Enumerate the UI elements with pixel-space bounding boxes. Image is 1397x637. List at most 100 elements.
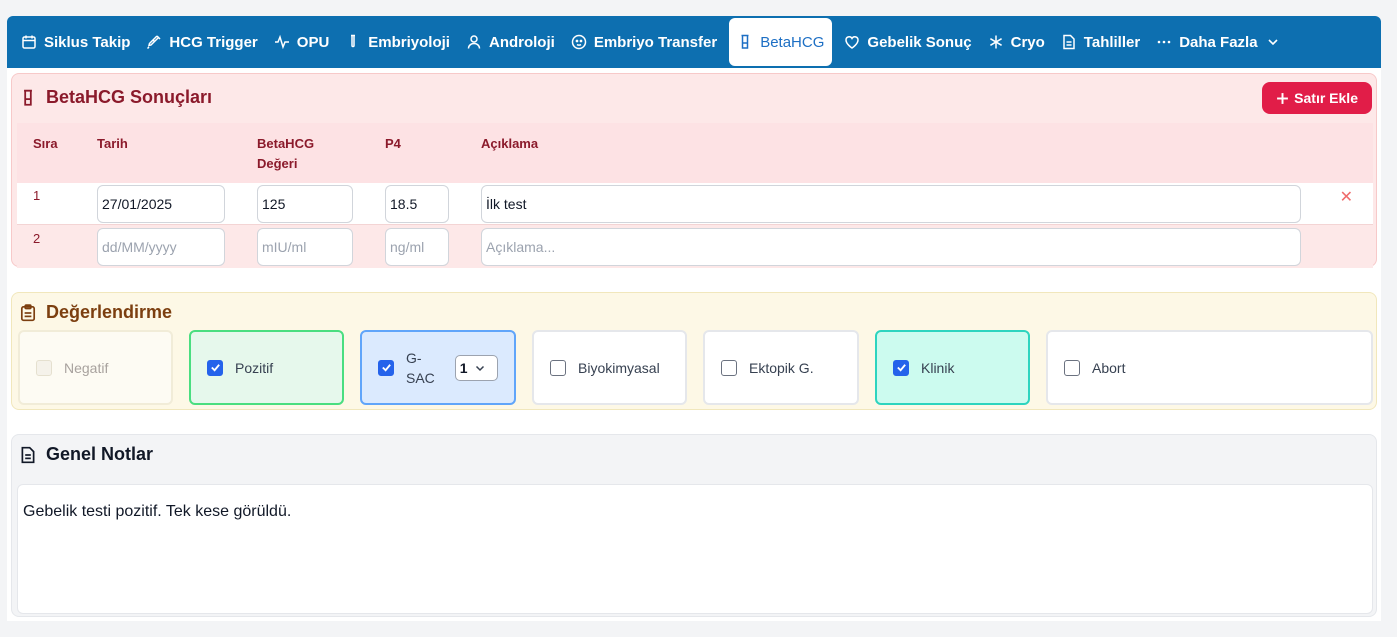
option-negatif[interactable]: Negatif xyxy=(18,330,173,405)
tab-label: BetaHCG xyxy=(760,33,825,51)
add-row-button[interactable]: Satır Ekle xyxy=(1262,82,1372,114)
chevron-down-icon xyxy=(1268,39,1278,46)
option-abort[interactable]: Abort xyxy=(1046,330,1373,405)
tab-label: Daha Fazla xyxy=(1179,33,1258,51)
tab-label: OPU xyxy=(296,33,330,51)
option-label: Ektopik G. xyxy=(749,359,814,376)
checkbox[interactable] xyxy=(550,359,566,376)
plus-icon xyxy=(1277,92,1289,104)
content-panel: BetaHCG Sonuçları Satır Ekle Sıra Tarih … xyxy=(7,68,1381,621)
test-tube-icon xyxy=(351,34,356,48)
tab-gebelik-sonuc[interactable]: Gebelik Sonuç xyxy=(836,18,979,66)
tab-cryo[interactable]: Cryo xyxy=(980,18,1053,66)
row-number: 1 xyxy=(33,188,41,203)
more-icon xyxy=(1157,40,1171,44)
checkbox[interactable] xyxy=(378,359,394,376)
tab-embriyoloji[interactable]: Embriyoloji xyxy=(337,18,458,66)
option-label: Biyokimyasal xyxy=(578,359,660,376)
option-biyokimyasal[interactable]: Biyokimyasal xyxy=(532,330,687,405)
beaker-icon xyxy=(24,89,32,106)
add-row-label: Satır Ekle xyxy=(1294,90,1358,106)
option-label: Pozitif xyxy=(235,359,274,376)
table-header: Sıra Tarih BetaHCG Değeri P4 Açıklama xyxy=(17,123,1373,183)
p4-input[interactable] xyxy=(385,228,449,266)
section-title: Genel Notlar xyxy=(19,444,153,465)
check-icon xyxy=(896,364,906,372)
activity-icon xyxy=(274,34,289,50)
calendar-icon xyxy=(22,35,36,49)
note-input[interactable] xyxy=(481,228,1301,266)
check-icon xyxy=(381,364,391,372)
file-text-icon xyxy=(21,446,35,463)
tab-label: Embriyo Transfer xyxy=(593,33,718,51)
tab-tahliller[interactable]: Tahliller xyxy=(1053,18,1148,66)
betahcg-input[interactable] xyxy=(257,185,353,223)
evaluation-section: Değerlendirme Negatif Pozitif G- SAC 1 B… xyxy=(11,292,1377,410)
chevron-down-icon xyxy=(475,365,484,371)
heart-icon xyxy=(845,36,860,49)
row-number: 2 xyxy=(33,231,41,246)
section-title-text: BetaHCG Sonuçları xyxy=(46,87,213,107)
note-input[interactable] xyxy=(481,185,1301,223)
section-title: BetaHCG Sonuçları xyxy=(19,87,212,108)
option-pozitif[interactable]: Pozitif xyxy=(189,330,344,405)
tab-opu[interactable]: OPU xyxy=(266,18,338,66)
betahcg-input[interactable] xyxy=(257,228,353,266)
betahcg-results-section: BetaHCG Sonuçları Satır Ekle Sıra Tarih … xyxy=(11,73,1377,268)
p4-input[interactable] xyxy=(385,185,449,223)
general-notes-section: Genel Notlar Gebelik testi pozitif. Tek … xyxy=(11,434,1377,617)
tab-label: HCG Trigger xyxy=(169,33,258,51)
table-row: 2 xyxy=(17,226,1373,268)
tab-daha-fazla[interactable]: Daha Fazla xyxy=(1148,18,1287,66)
date-input[interactable] xyxy=(97,185,225,223)
option-label: Negatif xyxy=(64,359,109,376)
checkbox[interactable] xyxy=(893,359,909,376)
option-klinik[interactable]: Klinik xyxy=(875,330,1030,405)
tab-label: Cryo xyxy=(1010,33,1045,51)
tab-embriyo-transfer[interactable]: Embriyo Transfer xyxy=(563,18,725,66)
tab-label: Androloji xyxy=(488,33,555,51)
checkbox[interactable] xyxy=(207,359,223,376)
top-navigation: Siklus Takip HCG Trigger OPU Embriyoloji… xyxy=(7,16,1381,68)
option-label-line2: SAC xyxy=(406,369,435,386)
tab-label: Gebelik Sonuç xyxy=(867,33,972,51)
syringe-icon xyxy=(147,35,161,50)
select-value: 1 xyxy=(459,359,468,376)
option-label-line1: G- xyxy=(406,349,422,366)
checkbox[interactable] xyxy=(1064,359,1080,376)
option-label: G- SAC xyxy=(406,348,435,388)
column-header-p4: P4 xyxy=(385,136,401,151)
section-title-text: Genel Notlar xyxy=(46,444,154,464)
delete-row-icon[interactable]: ✕ xyxy=(1340,187,1353,207)
baby-icon xyxy=(571,34,587,50)
tab-label: Embriyoloji xyxy=(368,33,450,51)
column-header-betahcg-line1: BetaHCG xyxy=(257,136,315,151)
date-input[interactable] xyxy=(97,228,225,266)
section-title-text: Değerlendirme xyxy=(46,302,173,322)
tab-androloji[interactable]: Androloji xyxy=(458,18,563,66)
column-header-aciklama: Açıklama xyxy=(481,136,539,151)
option-ektopik[interactable]: Ektopik G. xyxy=(703,330,859,405)
column-header-betahcg-line2: Değeri xyxy=(257,156,298,171)
tab-siklus-takip[interactable]: Siklus Takip xyxy=(13,18,138,66)
checkbox[interactable] xyxy=(721,359,737,376)
user-icon xyxy=(467,35,481,49)
option-label: Klinik xyxy=(921,359,955,376)
option-label: Abort xyxy=(1092,359,1126,376)
check-icon xyxy=(210,364,220,372)
notes-textarea[interactable]: Gebelik testi pozitif. Tek kese görüldü. xyxy=(17,484,1373,614)
column-header-sira: Sıra xyxy=(33,136,58,151)
checkbox[interactable] xyxy=(36,359,52,376)
column-header-tarih: Tarih xyxy=(97,136,128,151)
gsac-count-select[interactable]: 1 xyxy=(454,354,498,381)
table-row: 1 ✕ xyxy=(17,183,1373,225)
tab-betahcg[interactable]: BetaHCG xyxy=(729,18,833,66)
column-header-betahcg: BetaHCG Değeri xyxy=(257,134,314,174)
tab-label: Siklus Takip xyxy=(44,33,131,51)
tab-label: Tahliller xyxy=(1083,33,1141,51)
snowflake-icon xyxy=(989,35,1002,49)
section-title: Değerlendirme xyxy=(19,302,172,323)
file-text-icon xyxy=(1063,34,1075,50)
tab-hcg-trigger[interactable]: HCG Trigger xyxy=(138,18,265,66)
option-g-sac[interactable]: G- SAC 1 xyxy=(360,330,516,405)
